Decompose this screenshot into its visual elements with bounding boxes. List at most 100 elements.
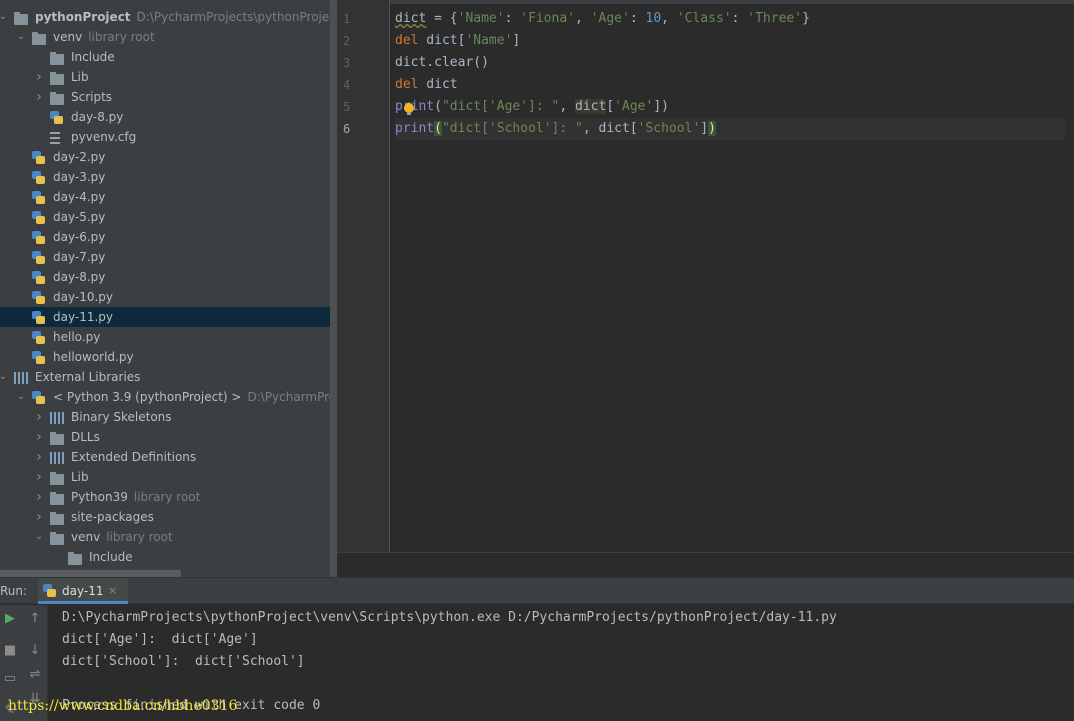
code-line[interactable]: dict = {'Name': 'Fiona', 'Age': 10, 'Cla… <box>395 8 1065 30</box>
code-token: : <box>629 11 646 26</box>
tree-item-binary-skeletons[interactable]: › Binary Skeletons <box>0 407 337 427</box>
code-token: print <box>395 99 435 114</box>
tree-item-day-8-py[interactable]: day-8.py <box>0 267 337 287</box>
folder-icon <box>50 470 65 485</box>
tree-item-python39[interactable]: › Python39 library root <box>0 487 337 507</box>
code-line[interactable]: print("dict['Age']: ", dict['Age']) <box>395 96 1065 118</box>
code-token: , <box>575 11 591 26</box>
code-token: ( <box>434 121 442 136</box>
run-header: Run: day-11 × <box>0 578 1074 604</box>
tree-item-label: Lib <box>71 470 89 484</box>
tree-item-day-8-py[interactable]: day-8.py <box>0 107 337 127</box>
chevron-down-icon[interactable]: ⌄ <box>14 387 28 407</box>
tree-item-label: Include <box>89 550 133 564</box>
chevron-right-icon[interactable]: › <box>32 447 46 467</box>
scroll-down-icon[interactable]: ↓ <box>25 641 45 661</box>
tree-item-day-10-py[interactable]: day-10.py <box>0 287 337 307</box>
tree-item-day-11-py[interactable]: day-11.py <box>0 307 337 327</box>
stop-icon[interactable]: ■ <box>0 641 20 661</box>
code-line[interactable]: dict.clear() <box>395 52 1065 74</box>
run-tab-day-11[interactable]: day-11 × <box>38 578 128 604</box>
python-file-icon <box>32 150 47 164</box>
chevron-down-icon[interactable]: ⌄ <box>14 27 28 47</box>
tree-item-label: day-7.py <box>53 250 106 264</box>
folder-icon <box>14 10 29 25</box>
tree-item-pythonproject[interactable]: ⌄ pythonProject D:\PycharmProjects\pythonP… <box>0 7 337 27</box>
tree-horizontal-scrollbar[interactable] <box>0 570 181 577</box>
tree-item-dlls[interactable]: › DLLs <box>0 427 337 447</box>
editor-breadcrumb-bar <box>337 552 1074 577</box>
python-file-icon <box>32 270 47 284</box>
code-token: 'Class' <box>676 11 732 26</box>
editor-tab-strip[interactable] <box>337 0 1074 4</box>
chevron-down-icon[interactable]: ⌄ <box>32 527 46 547</box>
tree-item-day-2-py[interactable]: day-2.py <box>0 147 337 167</box>
code-token: [ <box>606 99 615 114</box>
code-line[interactable]: del dict <box>395 74 1065 96</box>
folder-icon <box>50 510 65 525</box>
tree-item-day-6-py[interactable]: day-6.py <box>0 227 337 247</box>
code-editor[interactable]: 123456 dict = {'Name': 'Fiona', 'Age': 1… <box>337 0 1074 577</box>
tree-item-pyvenv-cfg[interactable]: pyvenv.cfg <box>0 127 337 147</box>
tree-item-scripts[interactable]: › Scripts <box>0 87 337 107</box>
tree-item-hello-py[interactable]: hello.py <box>0 327 337 347</box>
tree-vertical-scrollbar[interactable] <box>330 0 337 577</box>
tree-item-label: helloworld.py <box>53 350 134 364</box>
tree-item-day-7-py[interactable]: day-7.py <box>0 247 337 267</box>
code-token: ) <box>708 121 716 136</box>
code-line[interactable]: print("dict['School']: ", dict['School']… <box>395 118 1065 140</box>
tree-item-helloworld-py[interactable]: helloworld.py <box>0 347 337 367</box>
tree-item-label: day-6.py <box>53 230 106 244</box>
tree-item-python-3-9-pythonproject[interactable]: ⌄ < Python 3.9 (pythonProject) > D:\Pychar… <box>0 387 337 407</box>
layout-icon[interactable]: ▭ <box>0 669 20 689</box>
chevron-right-icon[interactable]: › <box>32 407 46 427</box>
library-icon <box>14 370 29 384</box>
folder-icon <box>50 490 65 505</box>
code-line[interactable]: del dict['Name'] <box>395 30 1065 52</box>
watermark-url: https://www.cndba.cn/hbhe0316 <box>8 698 238 714</box>
chevron-right-icon[interactable]: › <box>32 487 46 507</box>
code-token: "dict['Age']: " <box>441 99 560 114</box>
tree-item-day-4-py[interactable]: day-4.py <box>0 187 337 207</box>
folder-icon <box>50 50 65 65</box>
chevron-right-icon[interactable]: › <box>32 427 46 447</box>
folder-icon <box>68 550 83 565</box>
close-tab-icon[interactable]: × <box>108 578 117 604</box>
chevron-right-icon[interactable]: › <box>32 67 46 87</box>
tree-item-label: < Python 3.9 (pythonProject) > <box>53 390 242 404</box>
folder-icon <box>50 90 65 105</box>
code-token: 'Fiona' <box>520 11 576 26</box>
library-icon <box>50 410 65 424</box>
chevron-right-icon[interactable]: › <box>32 87 46 107</box>
code-token: : <box>731 11 748 26</box>
chevron-right-icon[interactable]: › <box>32 467 46 487</box>
chevron-down-icon[interactable]: ⌄ <box>0 7 10 27</box>
tree-item-external-libraries[interactable]: ⌄ External Libraries <box>0 367 337 387</box>
console-line: dict['School']: dict['School'] <box>62 654 305 669</box>
tree-item-venv[interactable]: ⌄ venv library root <box>0 527 337 547</box>
code-token: del <box>395 77 419 92</box>
tree-item-lib[interactable]: › Lib <box>0 467 337 487</box>
code-token: ] <box>512 33 521 48</box>
code-token: dict[ <box>598 121 638 136</box>
tree-item-day-3-py[interactable]: day-3.py <box>0 167 337 187</box>
tree-item-lib[interactable]: › Lib <box>0 67 337 87</box>
soft-wrap-icon[interactable]: ⇌ <box>25 665 45 685</box>
line-number: 2 <box>343 34 351 48</box>
tree-item-label: day-11.py <box>53 310 113 324</box>
tree-item-site-packages[interactable]: › site-packages <box>0 507 337 527</box>
tree-item-include[interactable]: Include <box>0 47 337 67</box>
intention-bulb-icon[interactable] <box>404 103 414 115</box>
tree-item-hint: D:\PycharmProjects\pythonProject <box>136 10 337 24</box>
tree-item-extended-definitions[interactable]: › Extended Definitions <box>0 447 337 467</box>
tree-item-venv[interactable]: ⌄ venv library root <box>0 27 337 47</box>
python-file-icon <box>50 110 65 124</box>
tree-item-include[interactable]: Include <box>0 547 337 567</box>
chevron-down-icon[interactable]: ⌄ <box>0 367 10 387</box>
scroll-up-icon[interactable]: ↑ <box>25 609 45 629</box>
chevron-right-icon[interactable]: › <box>32 507 46 527</box>
tree-item-label: venv <box>53 30 83 44</box>
python-file-icon <box>43 584 56 597</box>
tree-item-day-5-py[interactable]: day-5.py <box>0 207 337 227</box>
rerun-icon[interactable]: ▶ <box>0 609 20 629</box>
